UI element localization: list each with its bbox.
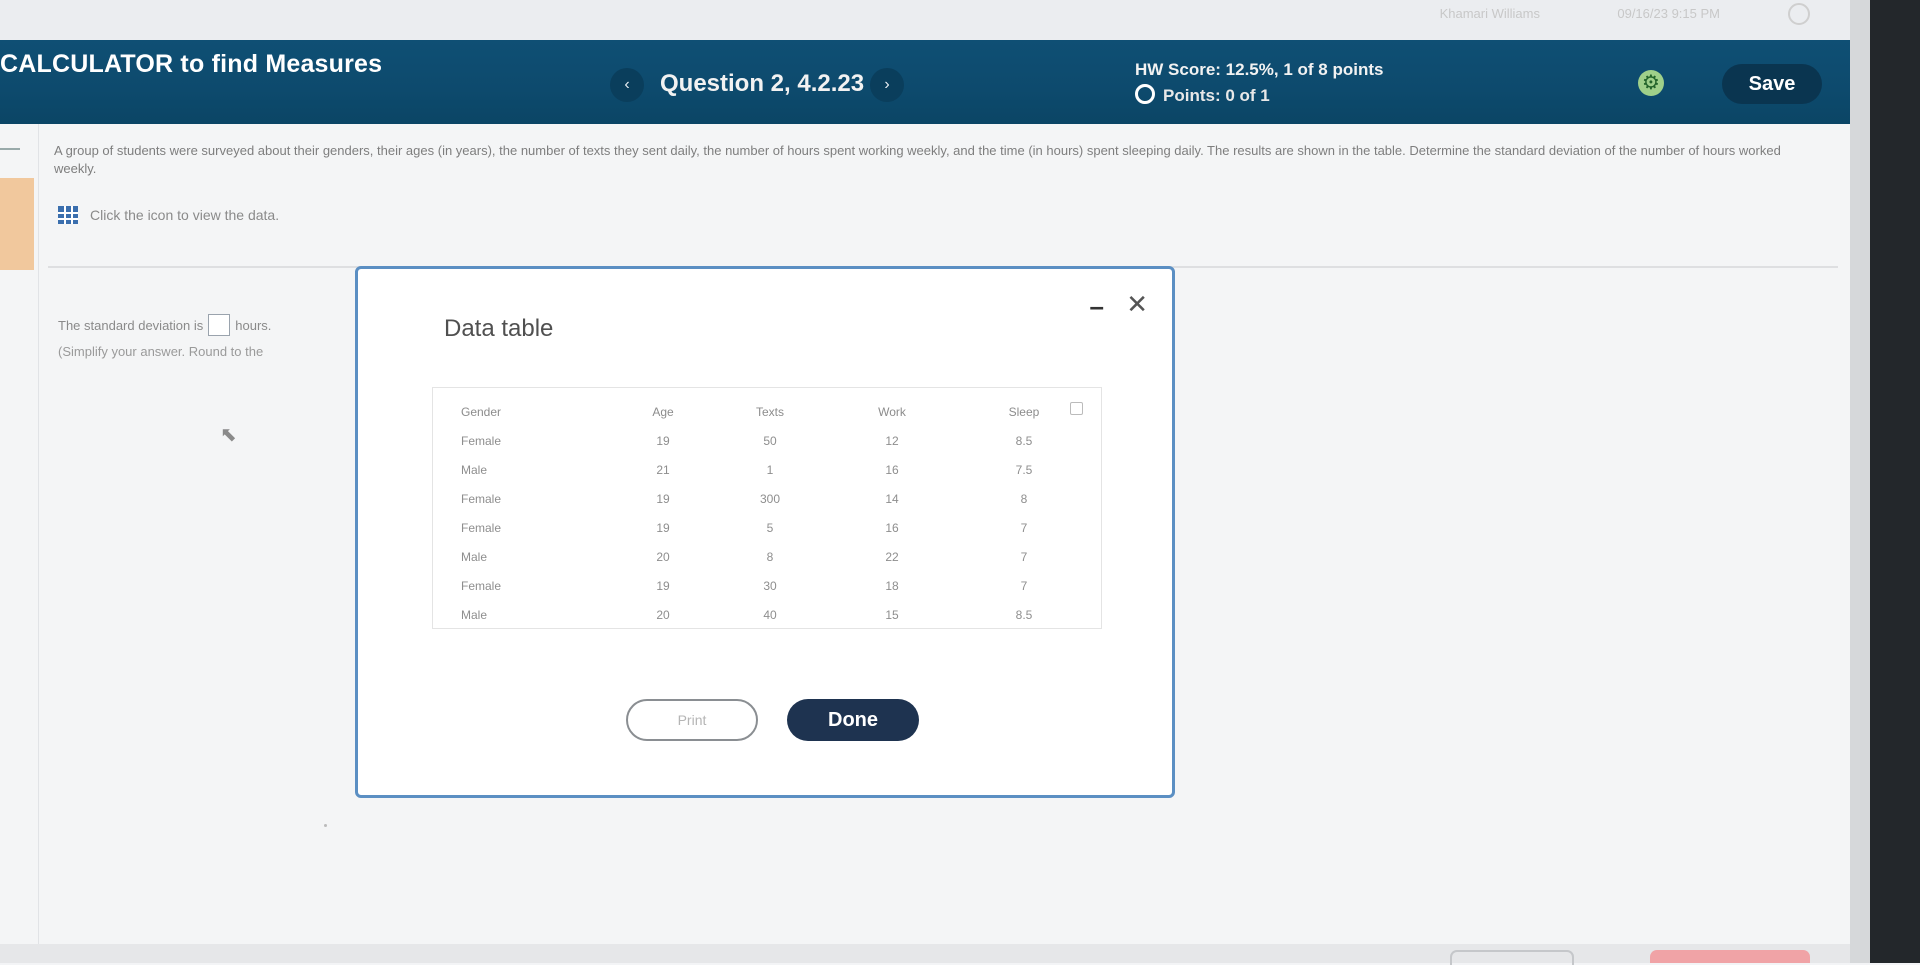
cell-work: 16: [885, 462, 899, 477]
cell-gender: Female: [461, 578, 502, 593]
column-header-texts: Texts: [755, 405, 784, 419]
cell-gender: Female: [461, 491, 502, 506]
minimize-icon[interactable]: –: [1090, 291, 1104, 322]
cell-texts: 1: [766, 462, 774, 477]
column-header-sleep: Sleep: [1008, 405, 1040, 419]
answer-line: The standard deviation is hours.: [58, 314, 271, 336]
cell-age: 19: [656, 433, 670, 448]
cell-texts: 50: [763, 433, 777, 448]
table-header-row: Gender Age Texts Work Sleep: [451, 398, 1080, 426]
cell-age: 19: [656, 578, 670, 593]
cell-work: 22: [885, 549, 899, 564]
cell-gender: Female: [461, 520, 502, 535]
table-row: Female 19 300 14 8: [451, 484, 1080, 513]
cell-sleep: 8.5: [1015, 433, 1033, 448]
help-icon[interactable]: [1788, 3, 1810, 25]
save-button[interactable]: Save: [1722, 64, 1822, 104]
table-row: Female 19 5 16 7: [451, 513, 1080, 542]
monitor-bezel: [1870, 0, 1920, 963]
gutter-mark: [0, 148, 20, 150]
cell-texts: 40: [763, 607, 777, 622]
cell-work: 14: [885, 491, 899, 506]
answer-hint: (Simplify your answer. Round to the: [58, 344, 264, 359]
cell-age: 19: [656, 491, 670, 506]
bottom-button-red[interactable]: [1650, 950, 1810, 963]
header-bar: CALCULATOR to find Measures ‹ Question 2…: [0, 40, 1850, 124]
cell-texts: 8: [766, 549, 774, 564]
cell-work: 12: [885, 433, 899, 448]
question-label: Question 2, 4.2.23: [660, 70, 865, 97]
table-row: Female 19 50 12 8.5: [451, 426, 1080, 455]
mouse-cursor-icon: ⬉: [220, 424, 237, 446]
monitor-edge: [1850, 0, 1870, 963]
screen-speck: [324, 824, 327, 827]
points-status: Points: 0 of 1: [1135, 84, 1270, 106]
cell-age: 20: [656, 549, 670, 564]
cell-work: 18: [885, 578, 899, 593]
cell-gender: Male: [461, 607, 488, 622]
column-header-work: Work: [878, 405, 906, 419]
data-table-icon[interactable]: [58, 206, 78, 224]
close-icon[interactable]: ✕: [1126, 289, 1148, 320]
content-left-border: [38, 124, 39, 963]
data-table-container: Gender Age Texts Work Sleep Female 19 50…: [432, 387, 1102, 629]
cell-sleep: 8.5: [1015, 607, 1033, 622]
view-data-text: Click the icon to view the data.: [90, 207, 280, 223]
table-row: Female 19 30 18 7: [451, 571, 1080, 600]
cell-sleep: 7: [1020, 549, 1028, 564]
cell-gender: Male: [461, 462, 488, 477]
column-header-age: Age: [652, 405, 674, 419]
next-question-button[interactable]: ›: [870, 68, 904, 102]
dialog-title: Data table: [444, 315, 554, 342]
system-top-strip: Khamari Williams 09/16/23 9:15 PM: [0, 0, 1920, 40]
cell-sleep: 7: [1020, 520, 1028, 535]
points-circle-icon: [1135, 84, 1155, 104]
app-title: CALCULATOR to find Measures: [0, 50, 383, 78]
answer-input[interactable]: [208, 314, 231, 336]
cell-texts: 30: [763, 578, 777, 593]
table-row: Male 21 1 16 7.5: [451, 455, 1080, 484]
answer-prefix: The standard deviation is: [58, 318, 204, 333]
cell-gender: Female: [461, 433, 502, 448]
done-button[interactable]: Done: [787, 699, 919, 741]
problem-statement: A group of students were surveyed about …: [54, 143, 1781, 176]
data-table: Gender Age Texts Work Sleep Female 19 50…: [451, 398, 1080, 629]
cell-work: 16: [885, 520, 899, 535]
answer-suffix: hours.: [235, 318, 272, 333]
cell-sleep: 7.5: [1015, 462, 1033, 477]
side-tab[interactable]: [0, 178, 34, 270]
column-header-gender: Gender: [461, 405, 502, 419]
table-row: Male 20 40 15 8.5: [451, 600, 1080, 629]
settings-icon[interactable]: ⚙: [1638, 70, 1664, 96]
data-table-dialog: Data table – ✕ Gender Age Texts Work Sle…: [355, 266, 1175, 798]
user-name: Khamari Williams: [1439, 6, 1540, 21]
cell-age: 20: [656, 607, 670, 622]
view-data-link[interactable]: Click the icon to view the data.: [58, 206, 279, 224]
cell-sleep: 8: [1020, 491, 1028, 506]
cell-texts: 5: [766, 520, 774, 535]
previous-question-button[interactable]: ‹: [610, 68, 644, 102]
hw-score: HW Score: 12.5%, 1 of 8 points: [1135, 60, 1384, 79]
cell-gender: Male: [461, 549, 488, 564]
cell-age: 21: [656, 462, 670, 477]
table-row: Male 20 8 22 7: [451, 542, 1080, 571]
cell-sleep: 7: [1020, 578, 1028, 593]
cell-texts: 300: [759, 491, 781, 506]
cell-work: 15: [885, 607, 899, 622]
cell-age: 19: [656, 520, 670, 535]
datetime: 09/16/23 9:15 PM: [1617, 6, 1720, 21]
points-text: Points: 0 of 1: [1163, 86, 1270, 105]
print-button[interactable]: Print: [626, 699, 758, 741]
